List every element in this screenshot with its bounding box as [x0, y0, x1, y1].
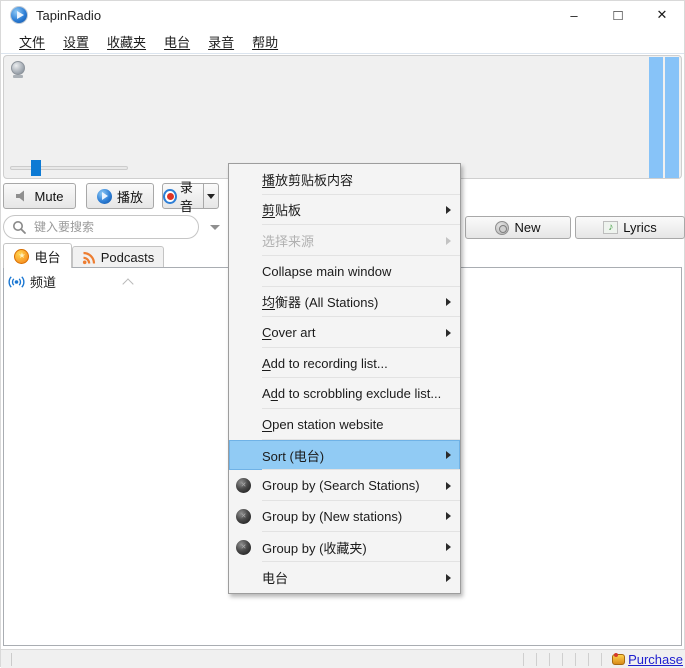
webcam-orb-icon: [11, 61, 25, 75]
menu-item-sort[interactable]: Sort (电台): [229, 440, 460, 471]
tab-podcasts[interactable]: Podcasts: [72, 246, 164, 268]
menu-help[interactable]: 帮助: [243, 30, 287, 53]
window-controls: – □ ✕: [552, 1, 684, 29]
menu-favorites[interactable]: 收藏夹: [98, 30, 155, 53]
menu-file[interactable]: 文件: [10, 30, 54, 53]
player-panel: [3, 55, 682, 179]
menu-item-add-to-scrobbling-exclude-list[interactable]: Add to scrobbling exclude list...: [229, 378, 460, 409]
status-bar: Purchase: [1, 649, 685, 668]
statusbar-separator: [588, 653, 589, 666]
menu-item-equalizer[interactable]: 均衡器 (All Stations): [229, 287, 460, 318]
tab-stations-label: 电台: [34, 247, 60, 266]
new-station-button[interactable]: New: [465, 216, 571, 239]
dark-orb-icon: [236, 509, 251, 524]
tab-podcasts-label: Podcasts: [101, 250, 154, 265]
dark-orb-icon: [236, 540, 251, 555]
tree-item-channels[interactable]: 频道: [8, 272, 56, 291]
volume-slider[interactable]: [10, 160, 128, 176]
statusbar-separator: [562, 653, 563, 666]
submenu-arrow-icon: [446, 298, 451, 306]
speaker-icon: [16, 190, 30, 202]
broadcast-icon: [8, 275, 25, 289]
chevron-down-icon: [210, 225, 220, 230]
menu-item-clipboard[interactable]: 剪贴板: [229, 195, 460, 226]
mute-button-label: Mute: [35, 189, 64, 204]
record-dot-icon: [163, 189, 177, 204]
menu-item-group-by-new-stations[interactable]: Group by (New stations): [229, 501, 460, 532]
search-box: [3, 215, 199, 239]
statusbar-separator: [11, 653, 12, 666]
tree-item-channels-label: 频道: [30, 272, 56, 291]
menu-stations[interactable]: 电台: [155, 30, 199, 53]
context-menu: 播放剪贴板内容 剪贴板 选择来源 Collapse main window 均衡…: [228, 163, 461, 594]
maximize-button[interactable]: □: [596, 1, 640, 29]
menu-item-add-to-recording-list[interactable]: Add to recording list...: [229, 348, 460, 379]
minimize-button[interactable]: –: [552, 1, 596, 29]
submenu-arrow-icon: [446, 451, 451, 459]
title-bar: TapinRadio – □ ✕: [1, 1, 684, 29]
window-title: TapinRadio: [36, 8, 101, 23]
dark-orb-icon: [236, 478, 251, 493]
play-circle-icon: [97, 189, 112, 204]
menu-item-collapse-main-window[interactable]: Collapse main window: [229, 256, 460, 287]
lyrics-button[interactable]: Lyrics: [575, 216, 685, 239]
statusbar-separator: [601, 653, 602, 666]
menu-item-select-source: 选择来源: [229, 225, 460, 256]
statusbar-separator: [523, 653, 524, 666]
rss-icon: [82, 251, 96, 265]
chevron-down-icon: [207, 194, 215, 199]
purchase-link[interactable]: Purchase: [628, 652, 683, 667]
menu-item-group-by-search-stations[interactable]: Group by (Search Stations): [229, 470, 460, 501]
record-dropdown-button[interactable]: [203, 184, 218, 208]
app-logo-icon: [10, 6, 28, 24]
vu-meter-bar-left: [649, 57, 663, 178]
mute-button[interactable]: Mute: [3, 183, 76, 209]
music-note-icon: [603, 221, 618, 234]
statusbar-right: Purchase: [517, 650, 683, 668]
menu-item-cover-art[interactable]: Cover art: [229, 317, 460, 348]
vu-meter-bar-right: [665, 57, 679, 178]
statusbar-separator: [549, 653, 550, 666]
menu-settings[interactable]: 设置: [54, 30, 98, 53]
submenu-arrow-icon: [446, 237, 451, 245]
radio-icon: [495, 221, 509, 235]
volume-slider-thumb[interactable]: [31, 160, 41, 176]
tapinradio-window: { "window": { "title": "TapinRadio", "mi…: [0, 0, 685, 667]
magnifier-icon: [12, 220, 27, 235]
star-badge-icon: [14, 249, 29, 264]
buy-icon: [612, 654, 625, 665]
submenu-arrow-icon: [446, 574, 451, 582]
tab-stations[interactable]: 电台: [3, 243, 72, 268]
record-button-label: 录音: [180, 177, 203, 215]
submenu-arrow-icon: [446, 512, 451, 520]
close-button[interactable]: ✕: [640, 1, 684, 29]
submenu-arrow-icon: [446, 543, 451, 551]
menu-item-open-station-website[interactable]: Open station website: [229, 409, 460, 440]
submenu-arrow-icon: [446, 482, 451, 490]
volume-slider-track[interactable]: [10, 166, 128, 170]
chevron-up-icon[interactable]: [122, 278, 133, 289]
play-button[interactable]: 播放: [86, 183, 154, 209]
search-dropdown-button[interactable]: [206, 219, 224, 235]
menu-item-play-clipboard-content[interactable]: 播放剪贴板内容: [229, 164, 460, 195]
record-split-button: 录音: [162, 183, 219, 209]
submenu-arrow-icon: [446, 329, 451, 337]
menu-recording[interactable]: 录音: [199, 30, 243, 53]
new-button-label: New: [514, 220, 540, 235]
play-button-label: 播放: [117, 187, 143, 206]
submenu-arrow-icon: [446, 206, 451, 214]
record-button[interactable]: 录音: [163, 184, 203, 208]
lyrics-button-label: Lyrics: [623, 220, 656, 235]
menu-item-stations[interactable]: 电台: [229, 562, 460, 593]
menu-item-group-by-favorites[interactable]: Group by (收藏夹): [229, 532, 460, 563]
statusbar-separator: [575, 653, 576, 666]
statusbar-separator: [536, 653, 537, 666]
search-input[interactable]: [3, 215, 199, 239]
menu-bar: 文件 设置 收藏夹 电台 录音 帮助: [1, 29, 684, 54]
